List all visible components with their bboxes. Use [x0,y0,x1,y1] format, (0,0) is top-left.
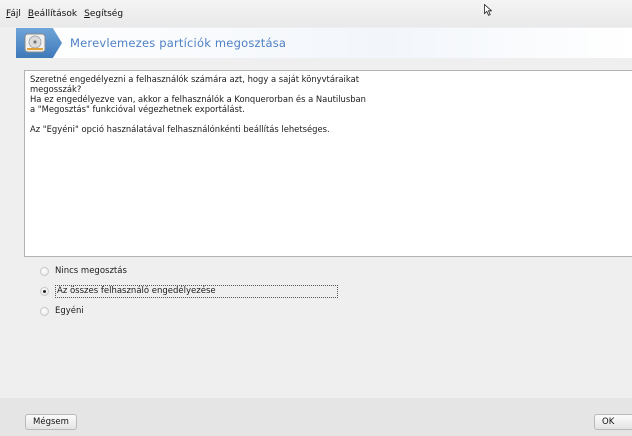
menu-settings[interactable]: Beállítások [28,9,77,19]
menu-file[interactable]: Fájl [6,9,21,19]
radio-label: Egyéni [55,306,84,316]
radio-button-selected[interactable] [40,286,49,296]
description-panel: Szeretné engedélyezni a felhasználók szá… [24,70,632,257]
description-line-2: megosszák? [30,84,82,94]
description-line-3: Ha ez engedélyezve van, akkor a felhaszn… [30,94,366,104]
radio-button[interactable] [40,306,49,316]
hard-disk-icon [24,33,46,53]
radio-label: Nincs megosztás [55,266,127,276]
ok-button[interactable]: OK [594,414,632,430]
header-banner: Merevlemezes partíciók megosztása [16,28,632,58]
description-note: Az "Egyéni" opció használatával felhaszn… [30,124,330,134]
cancel-button[interactable]: Mégsem [25,414,77,430]
mouse-pointer-icon [484,4,492,16]
banner-logo [16,28,62,58]
button-bar [0,398,632,436]
radio-option-all-users[interactable]: Az összes felhasználó engedélyezése [40,284,338,298]
radio-button[interactable] [40,266,49,276]
menu-bar: Fájl Beállítások Segítség [0,0,632,27]
description-line-4: a "Megosztás" funkcióval végezhetnek exp… [30,104,245,114]
menu-settings-label: eállítások [34,8,78,19]
menu-file-label: ájl [10,8,21,19]
radio-option-custom[interactable]: Egyéni [40,304,84,318]
menu-help[interactable]: Segítség [84,9,123,19]
description-line-1: Szeretné engedélyezni a felhasználók szá… [30,74,359,84]
radio-option-no-sharing[interactable]: Nincs megosztás [40,264,127,278]
radio-label: Az összes felhasználó engedélyezése [55,284,338,298]
page-title: Merevlemezes partíciók megosztása [70,36,287,50]
menu-help-label: egítség [89,8,124,19]
